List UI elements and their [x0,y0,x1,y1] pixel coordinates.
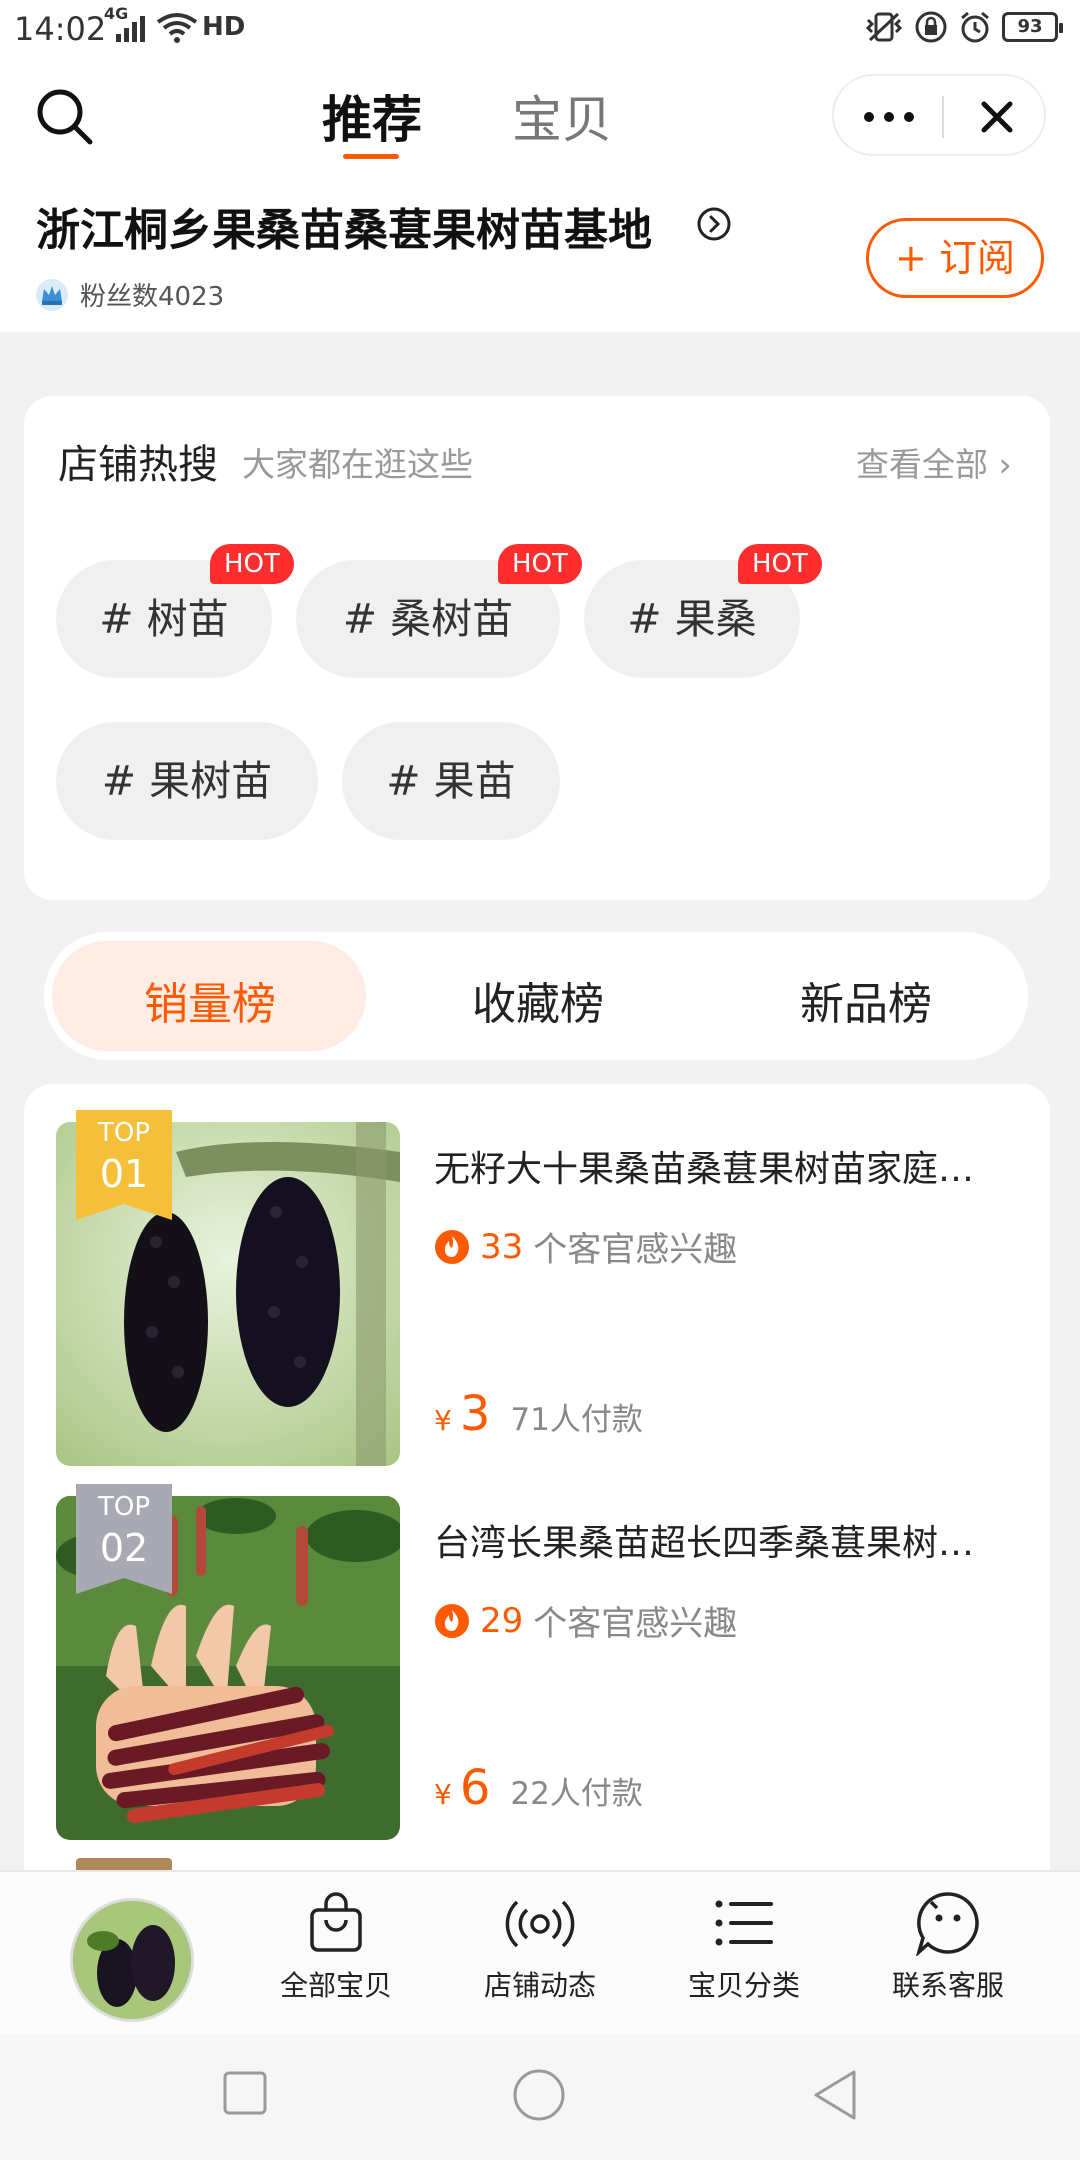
more-options-button[interactable] [864,102,928,132]
subscribe-button[interactable]: + 订阅 [866,218,1044,298]
fans-info: 粉丝数4023 [34,276,224,313]
mulberry-avatar-image [73,1901,191,2019]
hot-tag[interactable]: # 果树苗 [56,722,318,840]
nav-all-goods[interactable]: 全部宝贝 [246,1890,426,2004]
hot-search-subtitle: 大家都在逛这些 [242,445,473,484]
product-interest: 29 个客官感兴趣 [434,1596,737,1645]
nav-shop-updates[interactable]: 店铺动态 [450,1890,630,2004]
tab-recommend[interactable]: 推荐 [322,80,422,152]
tab-favorites-ranking[interactable]: 收藏榜 [472,968,604,1032]
nav-label: 宝贝分类 [687,1969,800,2002]
tab-active-indicator [343,154,399,159]
product-interest: 33 个客官感兴趣 [434,1222,737,1271]
nav-label: 联系客服 [891,1969,1004,2002]
close-icon[interactable] [974,94,1020,140]
product-title[interactable]: 台湾长果桑苗超长四季桑葚果树… [434,1514,1024,1566]
hot-search-title: 店铺热搜 [58,442,218,488]
hot-badge: HOT [498,544,582,584]
nav-categories[interactable]: 宝贝分类 [654,1890,834,2004]
recent-apps-icon[interactable] [222,2070,268,2116]
shop-name[interactable]: 浙江桐乡果桑苗桑葚果树苗基地 [36,194,652,258]
rank-label: TOP [97,1492,151,1522]
fire-icon [435,1603,469,1638]
capsule-divider [942,96,944,138]
lock-rotation-icon [915,11,947,43]
chat-face-icon [916,1892,979,1956]
rank-badge: TOP 02 [76,1484,172,1594]
nav-customer-service[interactable]: 联系客服 [858,1890,1038,2004]
hot-badge: HOT [738,544,822,584]
product-price: ¥ 3 71人付款 [434,1386,643,1442]
bottom-nav: 全部宝贝 店铺动态 宝贝分类 联系客服 [0,1870,1080,2034]
paid-count: 22人付款 [510,1776,643,1812]
view-all-link[interactable]: 查看全部 › [856,438,1012,486]
rank-number: 01 [99,1152,149,1196]
tab-sales-ranking[interactable]: 销量榜 [144,968,276,1032]
chevron-right-circle-icon[interactable] [696,206,732,242]
shop-header: 推荐 宝贝 浙江桐乡果桑苗桑葚果树苗基地 粉丝数4023 + 订阅 [0,58,1080,332]
vibrate-icon [865,12,903,42]
fans-count: 粉丝数4023 [80,282,225,312]
tab-goods[interactable]: 宝贝 [512,80,612,152]
rank-number: 02 [99,1526,149,1570]
product-price: ¥ 6 22人付款 [434,1760,643,1816]
interest-text: 个客官感兴趣 [533,1230,738,1270]
tab-new-ranking[interactable]: 新品榜 [800,968,932,1032]
status-time: 14:02 [14,10,107,48]
wifi-icon [156,13,198,43]
rank-label: TOP [97,1118,151,1148]
system-nav-bar [0,2034,1080,2160]
nav-label: 店铺动态 [483,1969,596,2002]
crown-badge-icon [36,278,68,311]
ranking-tabs: 销量榜 收藏榜 新品榜 [44,932,1028,1060]
nav-label: 全部宝贝 [279,1969,392,2002]
paid-count: 71人付款 [510,1402,643,1438]
search-icon[interactable] [34,86,94,146]
product-title[interactable]: 无籽大十果桑苗桑葚果树苗家庭… [434,1140,1024,1192]
broadcast-icon [505,1900,575,1948]
interest-count: 33 [480,1226,524,1267]
hot-tag[interactable]: # 果苗 [342,722,560,840]
currency-symbol: ¥ [434,1404,452,1437]
home-icon[interactable] [512,2068,566,2122]
shopping-bag-icon [310,1892,362,1952]
back-icon[interactable] [810,2068,860,2122]
interest-text: 个客官感兴趣 [533,1604,738,1644]
alarm-icon [961,11,989,43]
currency-symbol: ¥ [434,1778,452,1811]
hot-badge: HOT [210,544,294,584]
rank-badge: TOP 01 [76,1110,172,1220]
list-icon [715,1900,773,1946]
price-value: 6 [459,1760,491,1816]
price-value: 3 [459,1386,491,1442]
signal-icon [116,16,145,42]
status-bar: 14:02 4G HD 93 [0,0,1080,58]
product-item[interactable]: TOP 02 台湾长果桑苗超长四季桑葚果树… 29 个客官感兴趣 ¥ 6 22人… [24,1458,1050,1840]
shop-avatar[interactable] [70,1898,194,2022]
mini-program-capsule [832,74,1046,156]
battery-indicator: 93 [1002,12,1063,42]
hot-search-card: 店铺热搜 大家都在逛这些 查看全部 › # 树苗 HOT # 桑树苗 HOT #… [24,396,1050,900]
product-item[interactable]: TOP 01 无籽大十果桑苗桑葚果树苗家庭… 33 个客官感兴趣 ¥ 3 71人… [24,1084,1050,1466]
interest-count: 29 [480,1600,524,1641]
fire-icon [435,1229,469,1264]
hd-indicator: HD [202,12,246,42]
